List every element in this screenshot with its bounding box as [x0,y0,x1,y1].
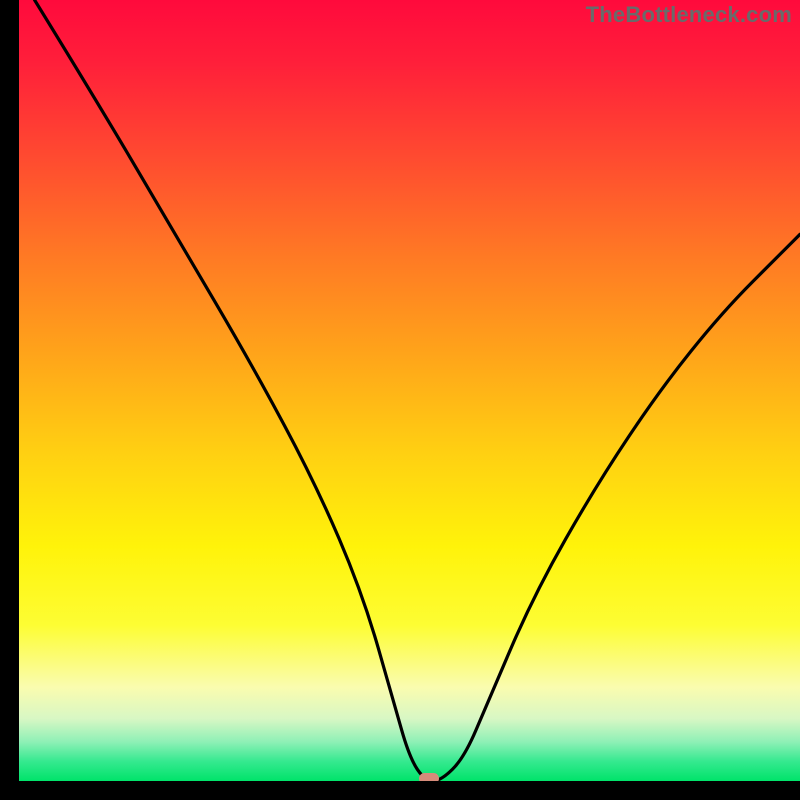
curve-path [35,0,800,781]
bottleneck-curve [19,0,800,781]
chart-container: TheBottleneck.com [0,0,800,800]
x-axis-band [0,781,800,800]
watermark-text: TheBottleneck.com [586,2,792,28]
plot-area [19,0,800,781]
y-axis-band [0,0,19,800]
